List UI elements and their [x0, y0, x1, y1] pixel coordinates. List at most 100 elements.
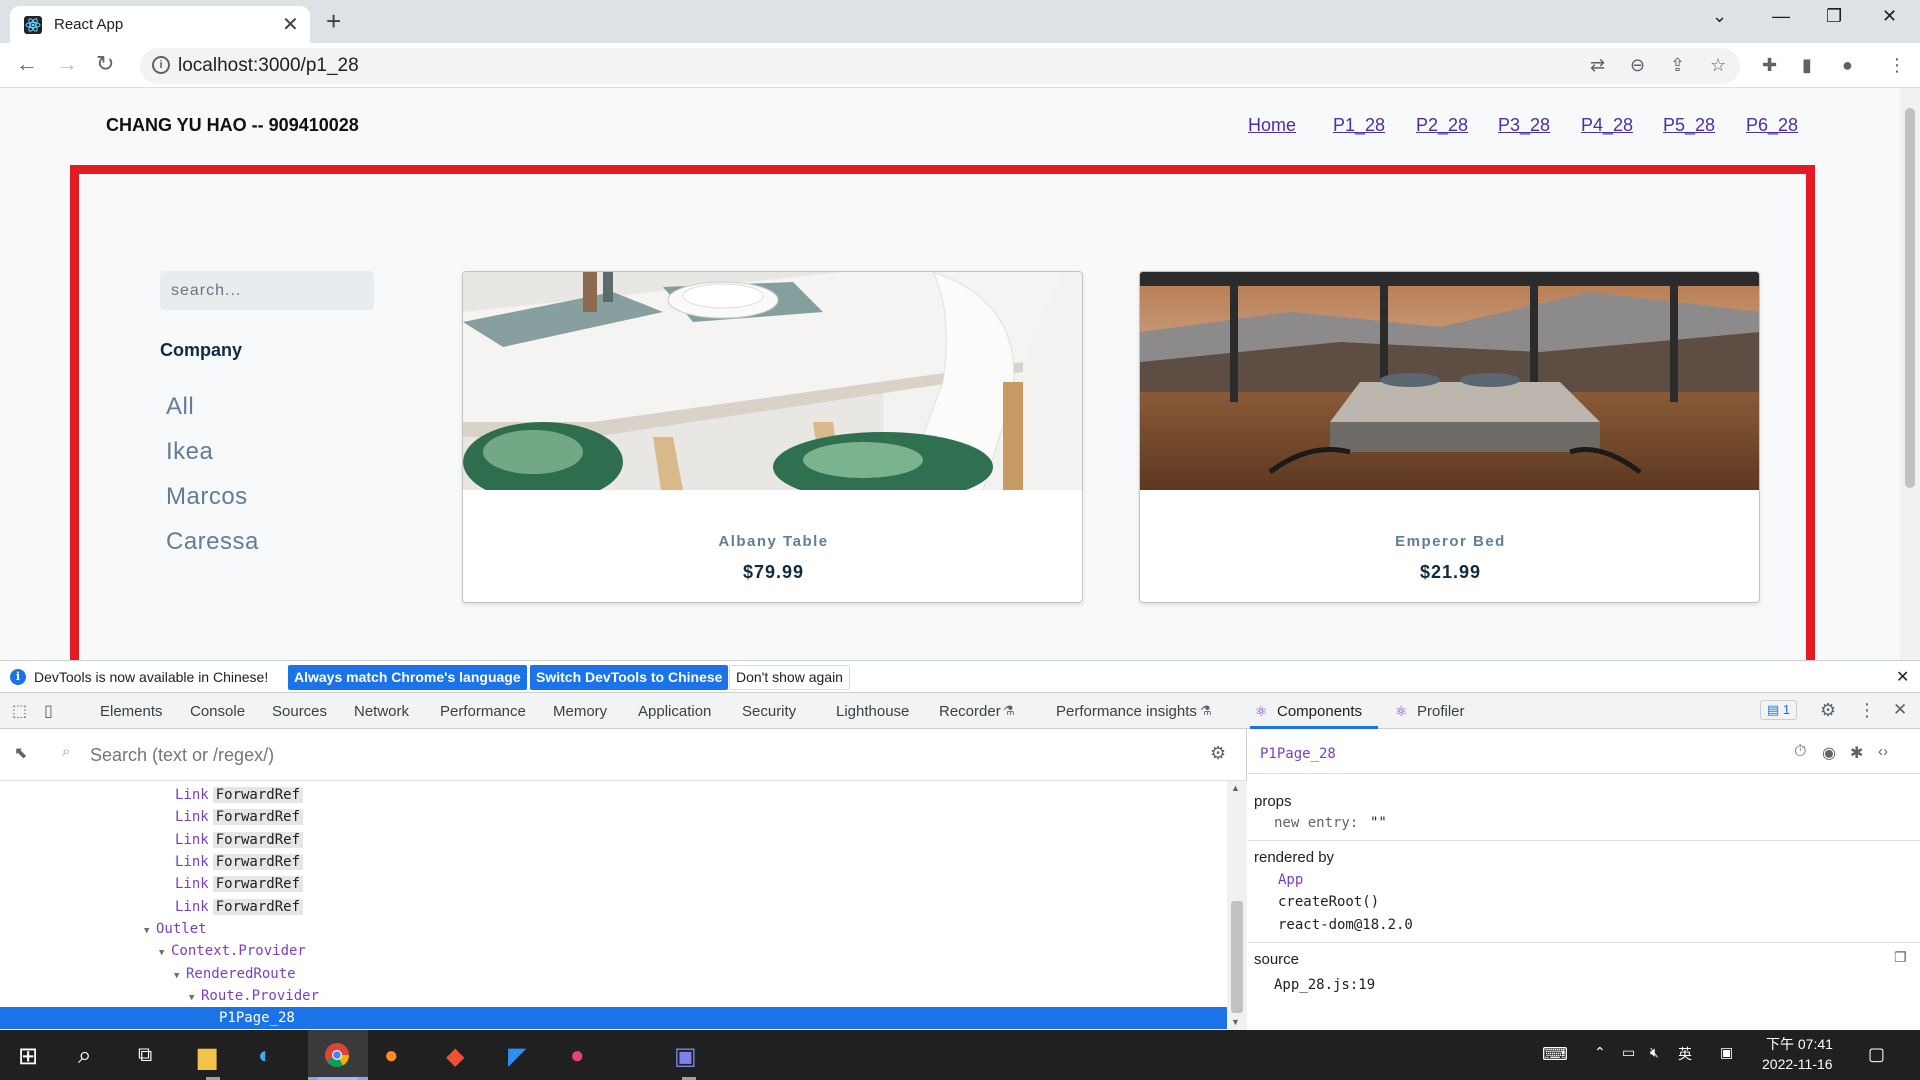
vscode-icon[interactable]: ◤	[508, 1042, 526, 1071]
show-hidden-icons-icon[interactable]: ⌃	[1594, 1044, 1606, 1061]
tab-components[interactable]: Components	[1277, 703, 1362, 720]
device-toolbar-icon[interactable]: ▯	[44, 701, 53, 721]
tab-sources[interactable]: Sources	[272, 703, 327, 720]
scroll-up-icon[interactable]: ▲	[1231, 783, 1240, 793]
tab-profiler[interactable]: Profiler	[1417, 703, 1465, 720]
company-button-ikea[interactable]: Ikea	[166, 438, 213, 466]
tab-application[interactable]: Application	[638, 703, 711, 720]
rendered-by-app-link[interactable]: App	[1278, 872, 1303, 888]
issues-badge[interactable]: ▤ 1	[1760, 700, 1798, 720]
restore-icon[interactable]: ❐	[1826, 6, 1842, 27]
paint-drop-icon[interactable]: ●	[570, 1042, 585, 1070]
search-input[interactable]	[160, 271, 374, 310]
suspend-stopwatch-icon[interactable]: ⏱	[1794, 743, 1806, 761]
tree-row[interactable]: ▼ Route.Provider	[0, 985, 1227, 1007]
nav-link-p5[interactable]: P5_28	[1663, 115, 1715, 136]
chrome-icon[interactable]	[324, 1042, 350, 1068]
company-button-caressa[interactable]: Caressa	[166, 528, 259, 556]
expand-caret-icon[interactable]: ▼	[174, 965, 186, 987]
nav-link-p4[interactable]: P4_28	[1581, 115, 1633, 136]
inspect-element-icon[interactable]: ⬚	[12, 701, 27, 721]
dont-show-again-button[interactable]: Don't show again	[729, 665, 850, 690]
prop-value[interactable]: ""	[1370, 815, 1387, 831]
component-search-input[interactable]	[90, 743, 1150, 767]
inspect-eye-icon[interactable]: ◉	[1822, 743, 1836, 763]
file-explorer-icon[interactable]: ▆	[198, 1042, 216, 1071]
expand-caret-icon[interactable]: ▼	[144, 920, 156, 942]
nav-link-p6[interactable]: P6_28	[1746, 115, 1798, 136]
close-window-icon[interactable]: ✕	[1882, 6, 1897, 27]
keyboard-layout-icon[interactable]: ⌨	[1542, 1044, 1568, 1065]
forward-icon[interactable]: →	[56, 51, 78, 77]
firefox-icon[interactable]: ●	[384, 1042, 399, 1070]
task-view-icon[interactable]: ⧉	[138, 1044, 152, 1067]
browser-tab[interactable]: React App ✕	[10, 6, 310, 43]
nav-link-p3[interactable]: P3_28	[1498, 115, 1550, 136]
settings-gear-icon[interactable]: ⚙	[1210, 743, 1226, 764]
notifications-icon[interactable]: ▢	[1868, 1044, 1885, 1065]
select-element-icon[interactable]: ⬉	[14, 743, 27, 763]
clock-date[interactable]: 2022-11-16	[1762, 1056, 1833, 1072]
switch-devtools-chinese-button[interactable]: Switch DevTools to Chinese	[530, 665, 729, 690]
view-source-icon[interactable]: ‹›	[1878, 743, 1888, 760]
prop-key[interactable]: new entry:	[1274, 815, 1358, 831]
tree-row[interactable]: ▼ Context.Provider	[0, 940, 1227, 962]
bookmark-star-icon[interactable]: ☆	[1710, 55, 1726, 76]
tab-console[interactable]: Console	[190, 703, 245, 720]
extensions-icon[interactable]: ✚	[1762, 55, 1777, 76]
edge-icon[interactable]: ◐	[258, 1042, 273, 1070]
search-icon[interactable]: ⌕	[78, 1042, 91, 1070]
ime-indicator[interactable]: 英	[1678, 1044, 1692, 1064]
nav-link-home[interactable]: Home	[1248, 115, 1296, 136]
tree-row[interactable]: ▼ Outlet	[0, 918, 1227, 940]
volume-muted-icon[interactable]: 🔇︎	[1650, 1044, 1659, 1061]
nav-link-p1[interactable]: P1_28	[1333, 115, 1385, 136]
product-card[interactable]: Emperor Bed $21.99	[1139, 271, 1760, 603]
clock-time[interactable]: 下午 07:41	[1766, 1034, 1833, 1054]
page-scroll-thumb[interactable]	[1905, 108, 1915, 488]
expand-caret-icon[interactable]: ▼	[189, 987, 201, 1009]
side-panel-icon[interactable]: ▮	[1802, 55, 1812, 76]
ime-mode-icon[interactable]: ▣	[1720, 1044, 1733, 1061]
tree-scrollbar[interactable]: ▲ ▼	[1227, 781, 1247, 1030]
copy-icon[interactable]: ❐	[1894, 949, 1907, 966]
new-tab-icon[interactable]: +	[326, 6, 341, 37]
settings-gear-icon[interactable]: ⚙	[1820, 700, 1836, 721]
close-devtools-icon[interactable]: ✕	[1893, 700, 1907, 720]
company-button-marcos[interactable]: Marcos	[166, 483, 248, 511]
profile-avatar-icon[interactable]: ●	[1842, 55, 1853, 76]
log-bug-icon[interactable]: ✱	[1850, 743, 1863, 763]
scroll-down-icon[interactable]: ▼	[1231, 1017, 1240, 1027]
tree-row[interactable]: Link ForwardRef	[0, 873, 1227, 895]
translate-icon[interactable]: ⇄	[1590, 55, 1605, 76]
minimize-icon[interactable]: —	[1772, 6, 1790, 27]
menu-kebab-icon[interactable]: ⋮	[1888, 55, 1906, 76]
always-match-language-button[interactable]: Always match Chrome's language	[288, 665, 527, 690]
tree-row[interactable]: Link ForwardRef	[0, 851, 1227, 873]
tab-recorder[interactable]: Recorder	[939, 703, 1001, 720]
back-icon[interactable]: ←	[16, 51, 38, 77]
tab-memory[interactable]: Memory	[553, 703, 607, 720]
tree-scroll-thumb[interactable]	[1231, 901, 1243, 1013]
tab-performance-insights[interactable]: Performance insights	[1056, 703, 1197, 720]
site-info-icon[interactable]: i	[152, 56, 170, 74]
company-button-all[interactable]: All	[166, 393, 194, 421]
git-icon[interactable]: ◆	[446, 1042, 464, 1071]
share-icon[interactable]: ⇪	[1670, 55, 1685, 76]
reload-icon[interactable]: ↻	[96, 51, 114, 77]
tree-row[interactable]: Link ForwardRef	[0, 784, 1227, 806]
tab-elements[interactable]: Elements	[100, 703, 163, 720]
source-location[interactable]: App_28.js:19	[1274, 977, 1375, 993]
close-tab-icon[interactable]: ✕	[282, 12, 299, 37]
tree-row[interactable]: Link ForwardRef	[0, 896, 1227, 918]
windows-start-icon[interactable]: ⊞	[18, 1042, 38, 1071]
address-bar[interactable]: i localhost:3000/p1_28 ⇄ ⊖ ⇪ ☆	[140, 48, 1740, 84]
tree-row[interactable]: ▼ RenderedRoute	[0, 963, 1227, 985]
zoom-icon[interactable]: ⊖	[1630, 55, 1645, 76]
expand-caret-icon[interactable]: ▼	[159, 942, 171, 964]
page-scrollbar[interactable]	[1900, 88, 1920, 660]
close-notice-icon[interactable]: ✕	[1896, 667, 1909, 687]
more-options-icon[interactable]: ⋮	[1858, 700, 1876, 721]
tab-search-chevron-icon[interactable]: ⌄	[1712, 6, 1727, 27]
tree-row[interactable]: Link ForwardRef	[0, 829, 1227, 851]
